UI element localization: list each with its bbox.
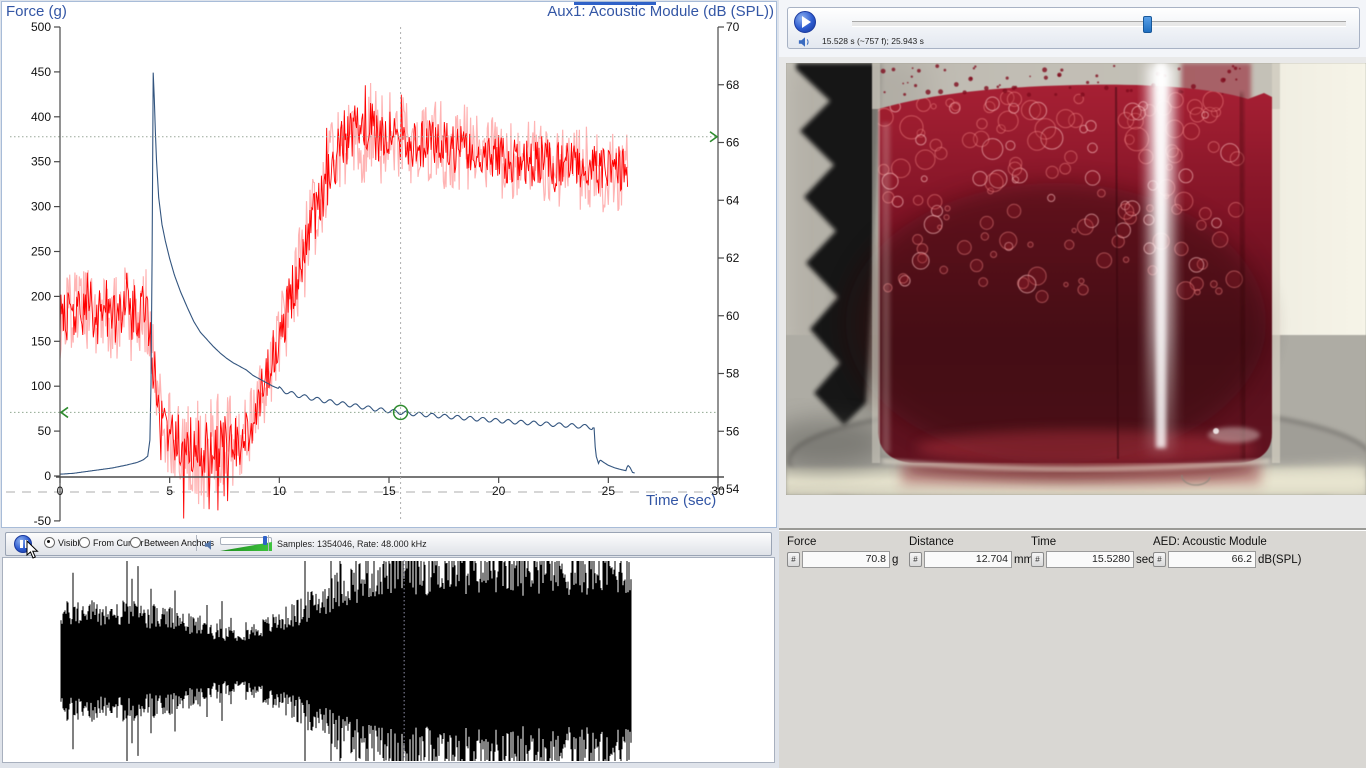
volume-slider[interactable]: [220, 536, 272, 552]
readout-distance-value: 12.704: [924, 551, 1012, 568]
readout-force-unit: g: [892, 554, 898, 566]
toolbar-separator: [268, 535, 269, 551]
video-frame[interactable]: [786, 63, 1366, 495]
svg-text:300: 300: [31, 200, 51, 214]
svg-text:-50: -50: [34, 514, 52, 527]
svg-text:200: 200: [31, 289, 51, 303]
chart-plot: 500450400350300250200150100500-507068666…: [2, 2, 776, 527]
svg-text:54: 54: [726, 482, 740, 496]
radio-dot-icon: [79, 537, 90, 548]
readout-distance: Distance # 12.704 mm: [909, 536, 1033, 568]
video-player-panel: 15.528 s (~757 f); 25.943 s: [779, 0, 1366, 528]
readout-distance-label: Distance: [909, 536, 1033, 548]
readout-time-value: 15.5280: [1046, 551, 1134, 568]
svg-text:450: 450: [31, 65, 51, 79]
svg-text:70: 70: [726, 20, 740, 34]
svg-text:56: 56: [726, 424, 740, 438]
svg-text:0: 0: [44, 469, 51, 483]
play-icon: [802, 16, 811, 28]
svg-text:15: 15: [382, 484, 396, 498]
live-readouts-panel: Force # 70.8 g Distance # 12.704 mm Time…: [779, 528, 1366, 768]
readout-force: Force # 70.8 g: [787, 536, 898, 568]
video-toolbar: 15.528 s (~757 f); 25.943 s: [787, 7, 1360, 49]
speaker-icon: [798, 35, 812, 53]
svg-text:250: 250: [31, 245, 51, 259]
right-axis-title: Aux1: Acoustic Module (dB (SPL)): [547, 3, 774, 20]
waveform-view[interactable]: [2, 557, 775, 763]
video-seek-bar[interactable]: [852, 21, 1346, 27]
radio-between-anchors[interactable]: Between Anchors: [130, 537, 214, 548]
svg-text:100: 100: [31, 379, 51, 393]
svg-text:5: 5: [166, 484, 173, 498]
readout-acoustic-unit: dB(SPL): [1258, 554, 1301, 566]
svg-text:60: 60: [726, 309, 740, 323]
readout-acoustic: AED: Acoustic Module # 66.2 dB(SPL): [1153, 536, 1301, 568]
svg-text:50: 50: [38, 424, 52, 438]
beaker-scene: [786, 63, 1366, 495]
svg-text:0: 0: [57, 484, 64, 498]
left-axis-title: Force (g): [6, 3, 67, 20]
readout-time-unit: sec: [1136, 554, 1154, 566]
video-image-beaker: [786, 63, 1366, 495]
svg-text:150: 150: [31, 334, 51, 348]
readout-time-format-button[interactable]: #: [1031, 552, 1044, 567]
svg-text:68: 68: [726, 78, 740, 92]
chart-cursor: [10, 27, 718, 521]
readout-distance-format-button[interactable]: #: [909, 552, 922, 567]
svg-text:350: 350: [31, 155, 51, 169]
svg-text:500: 500: [31, 20, 51, 34]
radio-dot-icon: [130, 537, 141, 548]
mouse-cursor: [26, 540, 39, 564]
svg-text:64: 64: [726, 193, 740, 207]
force-acoustic-chart-panel: 500450400350300250200150100500-507068666…: [1, 1, 777, 528]
volume-thumb[interactable]: [263, 536, 267, 545]
radio-dot-icon: [44, 537, 55, 548]
play-button[interactable]: [794, 11, 816, 33]
x-axis-title: Time (sec): [646, 492, 716, 509]
readout-acoustic-value: 66.2: [1168, 551, 1256, 568]
svg-text:25: 25: [602, 484, 616, 498]
readout-force-format-button[interactable]: #: [787, 552, 800, 567]
chart-top-accent-bar: [574, 2, 656, 5]
audio-waveform-panel: Visible From Cursor Between Anchors Samp…: [0, 528, 778, 768]
svg-text:400: 400: [31, 110, 51, 124]
svg-text:66: 66: [726, 136, 740, 150]
audio-toolbar: Visible From Cursor Between Anchors Samp…: [5, 532, 772, 556]
app-window: 500450400350300250200150100500-507068666…: [0, 0, 1366, 768]
audio-waveform: [61, 561, 631, 761]
acoustic-trace: [60, 83, 628, 519]
video-time-status: 15.528 s (~757 f); 25.943 s: [822, 36, 924, 46]
waveform-plot: [3, 558, 774, 762]
pause-icon: [20, 540, 23, 548]
readout-time-label: Time: [1031, 536, 1154, 548]
readout-force-label: Force: [787, 536, 898, 548]
readout-time: Time # 15.5280 sec: [1031, 536, 1154, 568]
svg-text:62: 62: [726, 251, 740, 265]
svg-text:10: 10: [273, 484, 287, 498]
readout-force-value: 70.8: [802, 551, 890, 568]
video-seek-thumb[interactable]: [1143, 16, 1152, 33]
toolbar-separator: [196, 535, 197, 551]
samples-rate-status: Samples: 1354046, Rate: 48.000 kHz: [277, 539, 427, 549]
axes: 500450400350300250200150100500-507068666…: [31, 20, 740, 527]
svg-text:58: 58: [726, 367, 740, 381]
speaker-icon: [204, 538, 218, 556]
readout-acoustic-format-button[interactable]: #: [1153, 552, 1166, 567]
readout-acoustic-label: AED: Acoustic Module: [1153, 536, 1301, 548]
svg-text:20: 20: [492, 484, 506, 498]
